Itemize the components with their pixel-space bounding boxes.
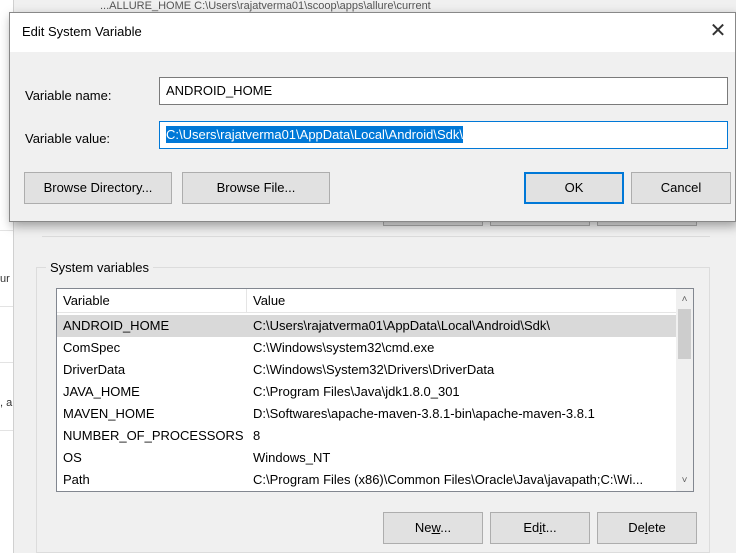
- variable-value-cell: C:\Users\rajatverma01\AppData\Local\Andr…: [253, 318, 550, 333]
- column-header-value[interactable]: Value: [253, 293, 285, 308]
- close-icon[interactable]: ✕: [705, 18, 731, 44]
- variable-value-cell: C:\Program Files\Java\jdk1.8.0_301: [253, 384, 460, 399]
- variable-name-cell: NUMBER_OF_PROCESSORS: [63, 428, 244, 443]
- divider: [0, 430, 13, 431]
- vertical-scrollbar[interactable]: ˄ ˅: [676, 289, 693, 491]
- variable-name-cell: ANDROID_HOME: [63, 318, 170, 333]
- table-row[interactable]: JAVA_HOME C:\Program Files\Java\jdk1.8.0…: [57, 381, 676, 403]
- list-header: Variable Value: [57, 289, 676, 313]
- table-row[interactable]: OS Windows_NT: [57, 447, 676, 469]
- ok-button[interactable]: OK: [524, 172, 624, 204]
- variable-value-cell: D:\Softwares\apache-maven-3.8.1-bin\apac…: [253, 406, 595, 421]
- variable-value-input[interactable]: C:\Users\rajatverma01\AppData\Local\Andr…: [159, 121, 728, 149]
- browse-directory-button[interactable]: Browse Directory...: [24, 172, 172, 204]
- table-row[interactable]: ComSpec C:\Windows\system32\cmd.exe: [57, 337, 676, 359]
- table-row[interactable]: NUMBER_OF_PROCESSORS 8: [57, 425, 676, 447]
- variable-name-cell: OS: [63, 450, 82, 465]
- variable-name-cell: ComSpec: [63, 340, 121, 355]
- table-row[interactable]: DriverData C:\Windows\System32\Drivers\D…: [57, 359, 676, 381]
- cancel-button[interactable]: Cancel: [631, 172, 731, 204]
- system-new-button[interactable]: New...: [383, 512, 483, 544]
- variable-value-cell: C:\Program Files (x86)\Common Files\Orac…: [253, 472, 644, 487]
- left-text-fragment: , ar: [0, 397, 13, 409]
- variable-value-cell: 8: [253, 428, 261, 443]
- column-separator[interactable]: [246, 289, 247, 313]
- system-delete-button[interactable]: Delete: [597, 512, 697, 544]
- variable-name-label: Variable name:: [25, 88, 112, 103]
- edit-system-variable-dialog: Edit System Variable ✕ Variable name: AN…: [9, 12, 736, 222]
- divider: [0, 306, 13, 307]
- scroll-up-icon[interactable]: ˄: [676, 291, 693, 308]
- variable-value-label: Variable value:: [25, 131, 111, 146]
- scrollbar-thumb[interactable]: [678, 309, 691, 359]
- browse-file-button[interactable]: Browse File...: [182, 172, 330, 204]
- system-variables-title: System variables: [46, 260, 153, 275]
- variable-name-cell: JAVA_HOME: [63, 384, 140, 399]
- divider: [0, 362, 13, 363]
- divider: [42, 236, 710, 237]
- table-row[interactable]: ANDROID_HOME C:\Users\rajatverma01\AppDa…: [57, 315, 676, 337]
- table-row[interactable]: MAVEN_HOME D:\Softwares\apache-maven-3.8…: [57, 403, 676, 425]
- variable-name-input[interactable]: ANDROID_HOME: [159, 77, 728, 105]
- user-variable-row-partial: ...ALLURE_HOME C:\Users\rajatverma01\sco…: [100, 0, 431, 12]
- system-edit-button[interactable]: Edit...: [490, 512, 590, 544]
- variable-name-cell: Path: [63, 472, 90, 487]
- divider: [0, 230, 13, 231]
- selected-text: C:\Users\rajatverma01\AppData\Local\Andr…: [166, 126, 463, 143]
- column-header-variable[interactable]: Variable: [63, 293, 110, 308]
- variable-value-cell: C:\Windows\System32\Drivers\DriverData: [253, 362, 495, 377]
- dialog-title: Edit System Variable: [22, 24, 142, 39]
- dialog-titlebar[interactable]: Edit System Variable ✕: [10, 13, 735, 52]
- scroll-down-icon[interactable]: ˅: [676, 472, 693, 489]
- left-text-fragment: ur s: [0, 273, 13, 285]
- variable-value-cell: C:\Windows\system32\cmd.exe: [253, 340, 435, 355]
- variable-name-cell: DriverData: [63, 362, 126, 377]
- table-row[interactable]: Path C:\Program Files (x86)\Common Files…: [57, 469, 676, 491]
- system-variables-list[interactable]: Variable Value ANDROID_HOME C:\Users\raj…: [56, 288, 694, 492]
- variable-name-cell: MAVEN_HOME: [63, 406, 155, 421]
- variable-value-cell: Windows_NT: [253, 450, 331, 465]
